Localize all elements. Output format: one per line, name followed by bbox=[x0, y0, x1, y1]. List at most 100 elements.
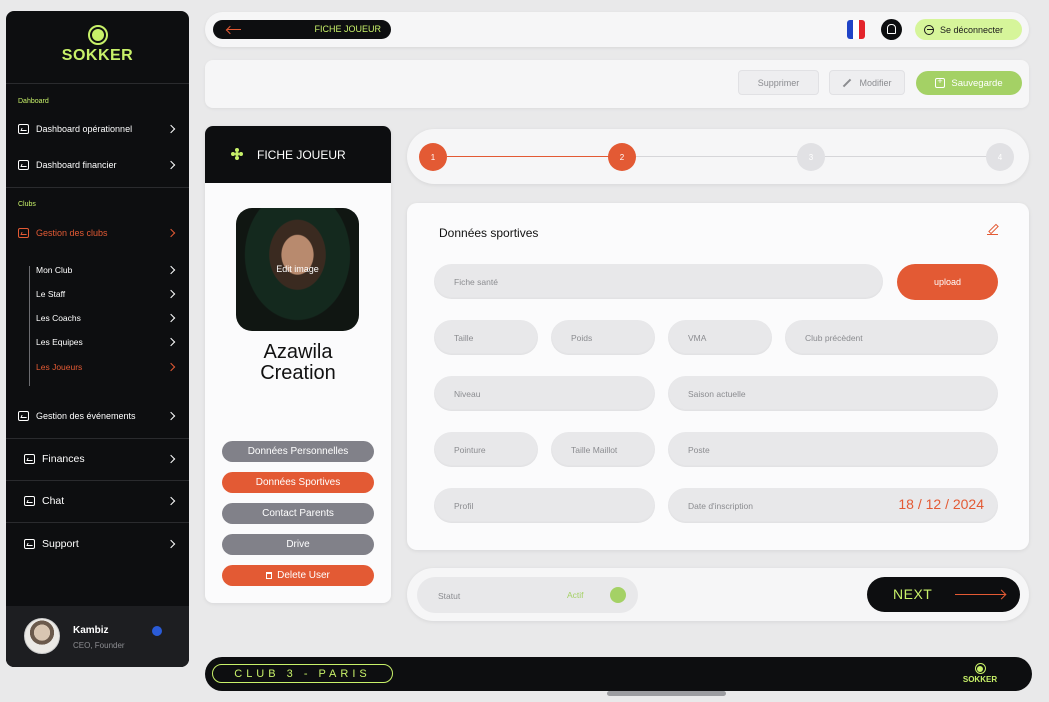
chat-icon bbox=[24, 496, 35, 506]
sokker-logo[interactable]: SOKKER bbox=[6, 25, 189, 65]
profil-field[interactable]: Profil bbox=[434, 488, 655, 523]
stepper: 1 2 3 4 bbox=[407, 129, 1029, 184]
sidebar-item-dashboard-operationnel[interactable]: Dashboard opérationnel bbox=[18, 121, 178, 137]
status-indicator-icon bbox=[610, 587, 626, 603]
action-bar: Supprimer Modifier Sauvegarde bbox=[205, 60, 1029, 108]
edit-icon[interactable] bbox=[987, 223, 998, 235]
chevron-right-icon bbox=[166, 313, 176, 323]
taille-field[interactable]: Taille bbox=[434, 320, 538, 355]
chevron-right-icon bbox=[166, 539, 176, 549]
tab-donnees-sportives[interactable]: Données Sportives bbox=[222, 472, 374, 493]
sidebar-sub-coachs[interactable]: Les Coachs bbox=[36, 311, 178, 325]
scroll-indicator[interactable] bbox=[607, 691, 726, 696]
pointure-field[interactable]: Pointure bbox=[434, 432, 538, 467]
chevron-right-icon bbox=[166, 411, 176, 421]
chevron-right-icon bbox=[166, 496, 176, 506]
logout-button[interactable]: Se déconnecter bbox=[915, 19, 1022, 40]
trash-icon bbox=[266, 572, 273, 579]
step-3[interactable]: 3 bbox=[797, 143, 825, 171]
taille-maillot-field[interactable]: Taille Maillot bbox=[551, 432, 655, 467]
delete-button[interactable]: Supprimer bbox=[738, 70, 819, 95]
verified-icon bbox=[152, 626, 162, 636]
player-photo[interactable]: Edit image bbox=[236, 208, 359, 331]
finances-icon bbox=[24, 454, 35, 464]
submenu-line bbox=[29, 266, 30, 386]
sport-data-form: Données sportives Fiche santé upload Tai… bbox=[407, 203, 1029, 550]
arrow-left-icon bbox=[227, 29, 241, 31]
logo-text: SOKKER bbox=[61, 47, 134, 64]
save-button[interactable]: Sauvegarde bbox=[916, 71, 1022, 95]
sidebar-item-chat[interactable]: Chat bbox=[24, 493, 178, 509]
save-icon bbox=[935, 76, 946, 88]
sidebar-item-finances[interactable]: Finances bbox=[24, 451, 178, 467]
niveau-field[interactable]: Niveau bbox=[434, 376, 655, 411]
club-selector[interactable]: CLUB 3 - PARIS bbox=[212, 664, 393, 683]
dashboard-icon bbox=[18, 160, 29, 170]
sokker-dots-icon bbox=[231, 148, 243, 160]
arrow-right-icon bbox=[955, 594, 1005, 596]
sokker-logo-small: SOKKER bbox=[962, 663, 998, 684]
chevron-right-icon bbox=[166, 228, 176, 238]
support-icon bbox=[24, 539, 35, 549]
chevron-right-icon bbox=[166, 289, 176, 299]
chevron-right-icon bbox=[166, 362, 176, 372]
logo-icon bbox=[974, 663, 986, 674]
bell-icon[interactable] bbox=[881, 19, 902, 40]
sidebar-item-support[interactable]: Support bbox=[24, 536, 178, 552]
poids-field[interactable]: Poids bbox=[551, 320, 655, 355]
next-button[interactable]: NEXT bbox=[867, 577, 1020, 612]
divider bbox=[6, 522, 189, 523]
user-name: Kambiz bbox=[73, 625, 109, 636]
player-card-title: FICHE JOUEUR bbox=[257, 148, 346, 162]
sidebar-item-gestion-clubs[interactable]: Gestion des clubs bbox=[18, 225, 178, 241]
back-button[interactable]: FICHE JOUEUR bbox=[213, 20, 391, 39]
sidebar-sub-mon-club[interactable]: Mon Club bbox=[36, 263, 178, 277]
player-card: FICHE JOUEUR Edit image Azawila Creation… bbox=[205, 126, 391, 603]
club-precedent-field[interactable]: Club précèdent bbox=[785, 320, 998, 355]
bottom-bar: CLUB 3 - PARIS SOKKER bbox=[205, 657, 1032, 691]
delete-user-button[interactable]: Delete User bbox=[222, 565, 374, 586]
sidebar-item-gestion-evenements[interactable]: Gestion des événements bbox=[18, 408, 178, 424]
saison-actuelle-field[interactable]: Saison actuelle bbox=[668, 376, 998, 411]
fiche-sante-field[interactable]: Fiche santé bbox=[434, 264, 883, 299]
date-inscription-field[interactable]: Date d'inscription 18 / 12 / 2024 bbox=[668, 488, 998, 523]
edit-image-label[interactable]: Edit image bbox=[236, 264, 359, 274]
dashboard-icon bbox=[18, 124, 29, 134]
player-name: Azawila Creation bbox=[260, 341, 336, 384]
section-clubs: Clubs bbox=[18, 201, 36, 208]
events-icon bbox=[18, 411, 29, 421]
page-title: FICHE JOUEUR bbox=[314, 24, 381, 34]
divider bbox=[6, 480, 189, 481]
upload-button[interactable]: upload bbox=[897, 264, 998, 300]
status-value: Actif bbox=[567, 590, 584, 600]
vma-field[interactable]: VMA bbox=[668, 320, 772, 355]
sidebar-sub-staff[interactable]: Le Staff bbox=[36, 287, 178, 301]
logout-icon bbox=[924, 24, 934, 35]
top-bar: FICHE JOUEUR Se déconnecter bbox=[205, 12, 1029, 47]
tab-donnees-personnelles[interactable]: Données Personnelles bbox=[222, 441, 374, 462]
player-card-header: FICHE JOUEUR bbox=[205, 126, 391, 183]
user-role: CEO, Founder bbox=[73, 641, 125, 650]
edit-button[interactable]: Modifier bbox=[829, 70, 905, 95]
step-1[interactable]: 1 bbox=[419, 143, 447, 171]
france-flag-icon[interactable] bbox=[847, 20, 865, 39]
sidebar-sub-joueurs[interactable]: Les Joueurs bbox=[36, 360, 178, 374]
step-4[interactable]: 4 bbox=[986, 143, 1014, 171]
divider bbox=[6, 83, 189, 84]
status-toggle[interactable]: Statut Actif bbox=[417, 577, 638, 613]
chevron-right-icon bbox=[166, 337, 176, 347]
divider bbox=[6, 438, 189, 439]
step-line-done bbox=[447, 156, 617, 157]
divider bbox=[6, 187, 189, 188]
status-label: Statut bbox=[438, 591, 461, 601]
sidebar-item-dashboard-financier[interactable]: Dashboard financier bbox=[18, 157, 178, 173]
chevron-right-icon bbox=[166, 160, 176, 170]
step-2[interactable]: 2 bbox=[608, 143, 636, 171]
poste-field[interactable]: Poste bbox=[668, 432, 998, 467]
sidebar-sub-equipes[interactable]: Les Equipes bbox=[36, 335, 178, 349]
user-profile[interactable]: Kambiz CEO, Founder bbox=[6, 606, 189, 667]
tab-drive[interactable]: Drive bbox=[222, 534, 374, 555]
tab-contact-parents[interactable]: Contact Parents bbox=[222, 503, 374, 524]
avatar bbox=[24, 618, 60, 654]
date-inscription-value: 18 / 12 / 2024 bbox=[898, 496, 984, 512]
